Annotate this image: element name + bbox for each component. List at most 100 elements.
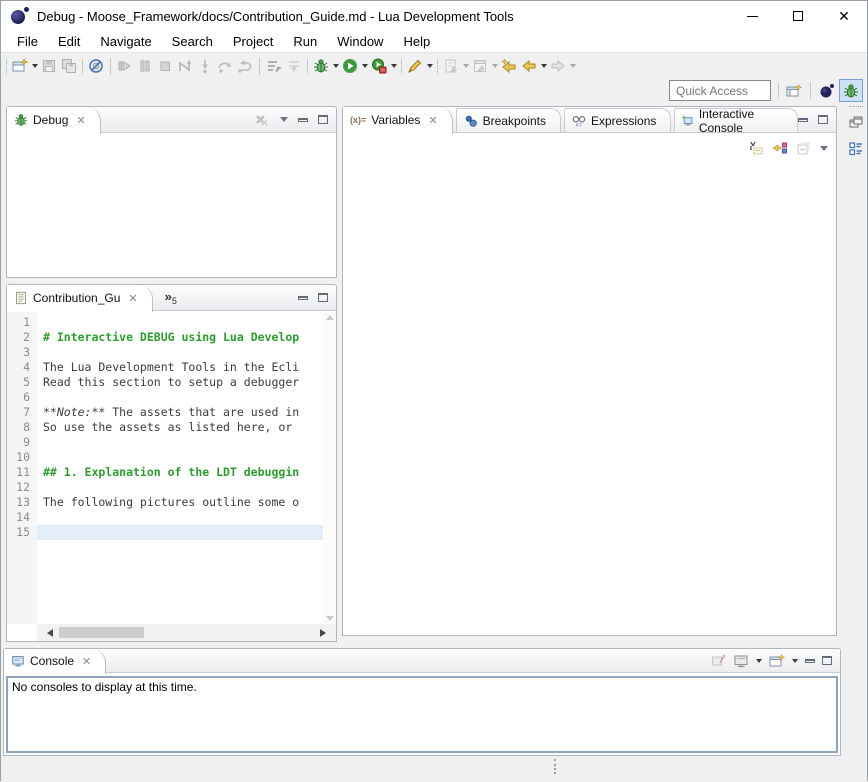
open-task-button[interactable]: [441, 56, 461, 76]
outline-view-icon[interactable]: [848, 141, 864, 157]
editor-line[interactable]: 5Read this section to setup a debugger: [7, 375, 323, 390]
status-bar-grip[interactable]: [554, 759, 556, 774]
maximize-view-icon[interactable]: [822, 656, 832, 665]
open-console-icon[interactable]: [769, 653, 785, 669]
toolbar-grip[interactable]: [82, 59, 83, 74]
menu-item-navigate[interactable]: Navigate: [90, 32, 161, 51]
last-edit-location-button[interactable]: [499, 56, 519, 76]
tab-interactive-console[interactable]: Interactive Console: [674, 108, 798, 132]
scroll-left-icon[interactable]: [47, 629, 53, 637]
toolbar-grip[interactable]: [6, 59, 7, 74]
minimize-view-icon[interactable]: [298, 296, 308, 300]
step-return-button[interactable]: [235, 56, 255, 76]
show-logical-structures-icon[interactable]: [772, 140, 788, 156]
editor-line[interactable]: 11## 1. Explanation of the LDT debuggin: [7, 465, 323, 480]
debug-view-tab[interactable]: Debug: [7, 107, 101, 134]
tab-expressions[interactable]: x= Expressions: [564, 108, 671, 132]
new-wizard-dropdown[interactable]: [30, 56, 39, 76]
step-over-button[interactable]: [215, 56, 235, 76]
external-tools-dropdown[interactable]: [425, 56, 434, 76]
save-all-button[interactable]: [59, 56, 79, 76]
suspend-button[interactable]: [135, 56, 155, 76]
editor-line[interactable]: 7**Note:** The assets that are used in: [7, 405, 323, 420]
restore-views-icon[interactable]: [848, 115, 864, 131]
run-last-launched-button[interactable]: [369, 56, 389, 76]
menu-item-search[interactable]: Search: [162, 32, 223, 51]
forward-dropdown[interactable]: [568, 56, 577, 76]
disconnect-button[interactable]: [175, 56, 195, 76]
editor-line[interactable]: 14: [7, 510, 323, 525]
new-wizard-button[interactable]: [10, 56, 30, 76]
hidden-editors-chevron[interactable]: » 5: [165, 289, 177, 306]
close-tab-icon[interactable]: [428, 114, 437, 127]
view-menu-icon[interactable]: [280, 117, 288, 122]
menu-item-run[interactable]: Run: [283, 32, 327, 51]
step-into-button[interactable]: [195, 56, 215, 76]
use-step-filters-button[interactable]: [264, 56, 284, 76]
editor-horizontal-scrollbar[interactable]: [37, 624, 336, 641]
toolbar-grip[interactable]: [401, 59, 402, 74]
editor-line[interactable]: 12: [7, 480, 323, 495]
terminate-button[interactable]: [155, 56, 175, 76]
tab-breakpoints[interactable]: Breakpoints: [456, 108, 561, 132]
quick-access-input[interactable]: Quick Access: [669, 80, 771, 101]
close-tab-icon[interactable]: [82, 655, 91, 668]
console-message-area[interactable]: No consoles to display at this time.: [6, 676, 838, 753]
editor-line[interactable]: 4The Lua Development Tools in the Ecli: [7, 360, 323, 375]
resume-button[interactable]: [115, 56, 135, 76]
pin-console-icon[interactable]: [710, 653, 726, 669]
minimize-view-icon[interactable]: [798, 118, 808, 122]
minimize-view-icon[interactable]: [805, 659, 815, 663]
console-tab[interactable]: Console: [4, 649, 106, 674]
open-console-dropdown-icon[interactable]: [792, 659, 798, 663]
toolbar-grip[interactable]: [778, 83, 779, 98]
remove-terminated-launches-icon[interactable]: [254, 112, 270, 128]
save-button[interactable]: [39, 56, 59, 76]
maximize-view-icon[interactable]: [818, 115, 828, 124]
scrollbar-thumb[interactable]: [59, 627, 144, 638]
run-last-launched-dropdown[interactable]: [389, 56, 398, 76]
trim-grip[interactable]: [849, 106, 863, 107]
scroll-right-icon[interactable]: [320, 629, 326, 637]
menu-item-edit[interactable]: Edit: [48, 32, 90, 51]
debug-perspective-button[interactable]: [839, 79, 863, 102]
editor-tab[interactable]: Contribution_Gu: [7, 285, 153, 312]
editor-body[interactable]: 12# Interactive DEBUG using Lua Develop3…: [7, 312, 336, 641]
maximize-view-icon[interactable]: [318, 293, 328, 302]
menu-item-file[interactable]: File: [7, 32, 48, 51]
close-tab-icon[interactable]: [76, 114, 85, 127]
scroll-down-icon[interactable]: [326, 616, 334, 621]
skip-all-breakpoints-button[interactable]: [86, 56, 106, 76]
run-dropdown[interactable]: [360, 56, 369, 76]
menu-item-window[interactable]: Window: [327, 32, 393, 51]
minimize-view-icon[interactable]: [298, 118, 308, 122]
editor-line[interactable]: 13The following pictures outline some o: [7, 495, 323, 510]
open-perspective-button[interactable]: [782, 79, 806, 102]
debug-dropdown[interactable]: [331, 56, 340, 76]
menu-item-project[interactable]: Project: [223, 32, 283, 51]
editor-line[interactable]: 6: [7, 390, 323, 405]
external-tools-button[interactable]: [405, 56, 425, 76]
toolbar-grip[interactable]: [307, 59, 308, 74]
editor-line[interactable]: 15: [7, 525, 323, 540]
back-button[interactable]: [519, 56, 539, 76]
editor-line[interactable]: 3: [7, 345, 323, 360]
search-menu-button[interactable]: [470, 56, 490, 76]
maximize-view-icon[interactable]: [318, 115, 328, 124]
menu-item-help[interactable]: Help: [393, 32, 440, 51]
toolbar-grip[interactable]: [437, 59, 438, 74]
run-button[interactable]: [340, 56, 360, 76]
search-menu-dropdown[interactable]: [490, 56, 499, 76]
minimize-window-button[interactable]: [729, 1, 775, 31]
editor-line[interactable]: 2# Interactive DEBUG using Lua Develop: [7, 330, 323, 345]
scroll-up-icon[interactable]: [326, 315, 334, 320]
close-window-button[interactable]: ✕: [821, 1, 867, 31]
display-console-dropdown-icon[interactable]: [756, 659, 762, 663]
debug-button[interactable]: [311, 56, 331, 76]
editor-line[interactable]: 8So use the assets as listed here, or: [7, 420, 323, 435]
show-type-names-icon[interactable]: [748, 140, 764, 156]
editor-line[interactable]: 10: [7, 450, 323, 465]
collapse-all-icon[interactable]: [796, 140, 812, 156]
view-menu-icon[interactable]: [820, 146, 828, 151]
lua-perspective-button[interactable]: [815, 79, 839, 102]
